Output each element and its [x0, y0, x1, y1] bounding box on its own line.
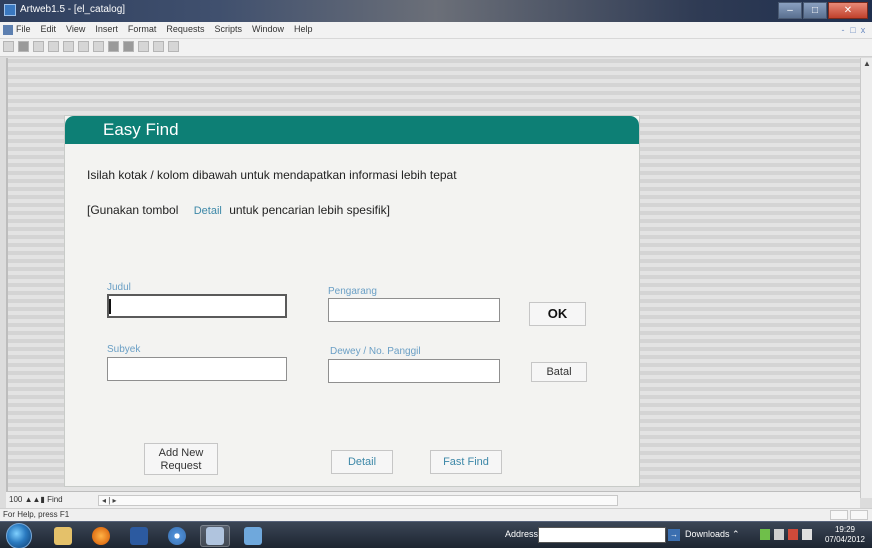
tray-battery-icon[interactable]: [774, 529, 784, 540]
zoom-icon[interactable]: ▲▲▮: [25, 495, 47, 504]
copy-icon[interactable]: [63, 41, 74, 52]
menu-window[interactable]: Window: [252, 24, 284, 34]
menu-format[interactable]: Format: [128, 24, 157, 34]
status-text: For Help, press F1: [3, 510, 70, 519]
ok-button[interactable]: OK: [529, 302, 586, 326]
instruction-text: Isilah kotak / kolom dibawah untuk menda…: [87, 168, 457, 182]
menu-insert[interactable]: Insert: [95, 24, 118, 34]
minimize-button[interactable]: –: [778, 2, 802, 19]
taskbar-paint[interactable]: [238, 525, 268, 547]
taskbar-firefox[interactable]: [86, 525, 116, 547]
menu-bar: File Edit View Insert Format Requests Sc…: [0, 22, 872, 39]
status-bar: For Help, press F1: [0, 508, 872, 521]
find-icon[interactable]: [138, 41, 149, 52]
paste-icon[interactable]: [78, 41, 89, 52]
downloads-label: Downloads: [685, 529, 730, 539]
taskbar-filemaker[interactable]: [200, 525, 230, 547]
judul-label: Judul: [107, 282, 131, 293]
clock-time: 19:29: [834, 525, 856, 534]
document-icon[interactable]: [3, 25, 13, 35]
record-bar: 100 ▲▲▮ Find ◂ | ▸: [6, 491, 860, 508]
menu-requests[interactable]: Requests: [166, 24, 204, 34]
preview-icon[interactable]: [33, 41, 44, 52]
dewey-label: Dewey / No. Panggil: [330, 346, 421, 357]
taskbar: Address → Downloads ⌃ 19:29 07/04/2012: [0, 521, 872, 548]
undo-icon[interactable]: [93, 41, 104, 52]
window-title: Artweb1.5 - [el_catalog]: [20, 4, 126, 15]
status-indicator: [850, 510, 868, 520]
application-window: Artweb1.5 - [el_catalog] – □ ✕ File Edit…: [0, 0, 872, 548]
doc-minimize-button[interactable]: -: [838, 24, 848, 36]
vertical-scrollbar[interactable]: ▲: [860, 58, 872, 498]
downloads-toolbar[interactable]: Downloads ⌃: [685, 529, 740, 540]
dewey-input[interactable]: [328, 359, 500, 383]
text-cursor: [109, 299, 111, 314]
clock-date: 07/04/2012: [824, 535, 866, 544]
menu-scripts[interactable]: Scripts: [214, 24, 242, 34]
go-icon[interactable]: →: [668, 529, 680, 541]
print-icon[interactable]: [18, 41, 29, 52]
taskbar-media[interactable]: [124, 525, 154, 547]
doc-close-button[interactable]: x: [858, 24, 868, 36]
detail-button[interactable]: Detail: [331, 450, 393, 474]
browse-icon[interactable]: [123, 41, 134, 52]
folder-icon: [54, 527, 72, 545]
database-icon: [206, 527, 224, 545]
status-indicators: [828, 510, 868, 520]
mode-label[interactable]: Find: [47, 495, 63, 504]
maximize-button[interactable]: □: [803, 2, 827, 19]
judul-input[interactable]: [107, 294, 287, 318]
taskbar-explorer[interactable]: [48, 525, 78, 547]
close-button[interactable]: ✕: [828, 2, 868, 19]
tray-alert-icon[interactable]: [788, 529, 798, 540]
sort-icon[interactable]: [153, 41, 164, 52]
menu-edit[interactable]: Edit: [41, 24, 57, 34]
panel-title: Easy Find: [103, 120, 179, 139]
address-input[interactable]: [538, 527, 666, 543]
firefox-icon: [92, 527, 110, 545]
status-indicator: [830, 510, 848, 520]
taskbar-chrome[interactable]: [162, 525, 192, 547]
add-new-request-button[interactable]: Add New Request: [144, 443, 218, 475]
title-bar[interactable]: Artweb1.5 - [el_catalog] – □ ✕: [0, 0, 872, 22]
hint-prefix: [Gunakan tombol: [87, 203, 179, 217]
system-tray: [760, 529, 816, 540]
volume-icon[interactable]: [802, 529, 812, 540]
pengarang-label: Pengarang: [328, 286, 377, 297]
menu-view[interactable]: View: [66, 24, 85, 34]
document-controls: - □ x: [838, 24, 868, 36]
hint-text: [Gunakan tombol Detail untuk pencarian l…: [87, 203, 390, 217]
start-button[interactable]: [6, 523, 32, 548]
panel-header: Easy Find: [65, 116, 639, 144]
media-icon: [130, 527, 148, 545]
hint-detail-link[interactable]: Detail: [194, 205, 222, 217]
fast-find-button[interactable]: Fast Find: [430, 450, 502, 474]
layout-icon[interactable]: [108, 41, 119, 52]
app-icon: [4, 4, 16, 16]
help-icon[interactable]: [168, 41, 179, 52]
tray-network-icon[interactable]: [760, 529, 770, 540]
clock[interactable]: 19:29 07/04/2012: [822, 525, 868, 545]
address-label: Address: [505, 529, 539, 539]
menu-help[interactable]: Help: [294, 24, 313, 34]
subyek-label: Subyek: [107, 344, 141, 355]
toolbar: [0, 39, 872, 57]
chrome-icon: [168, 527, 186, 545]
hint-suffix: untuk pencarian lebih spesifik]: [229, 203, 390, 217]
scroll-up-icon[interactable]: ▲: [861, 58, 872, 70]
subyek-input[interactable]: [107, 357, 287, 381]
record-status: 100 ▲▲▮ Find: [9, 495, 63, 504]
new-icon[interactable]: [3, 41, 14, 52]
menu-file[interactable]: File: [16, 24, 31, 34]
horizontal-scrollbar[interactable]: ◂ | ▸: [98, 495, 618, 506]
zoom-level[interactable]: 100: [9, 495, 22, 504]
cut-icon[interactable]: [48, 41, 59, 52]
window-controls: – □ ✕: [777, 2, 868, 19]
pengarang-input[interactable]: [328, 298, 500, 322]
doc-restore-button[interactable]: □: [848, 24, 858, 36]
batal-button[interactable]: Batal: [531, 362, 587, 382]
paint-icon: [244, 527, 262, 545]
